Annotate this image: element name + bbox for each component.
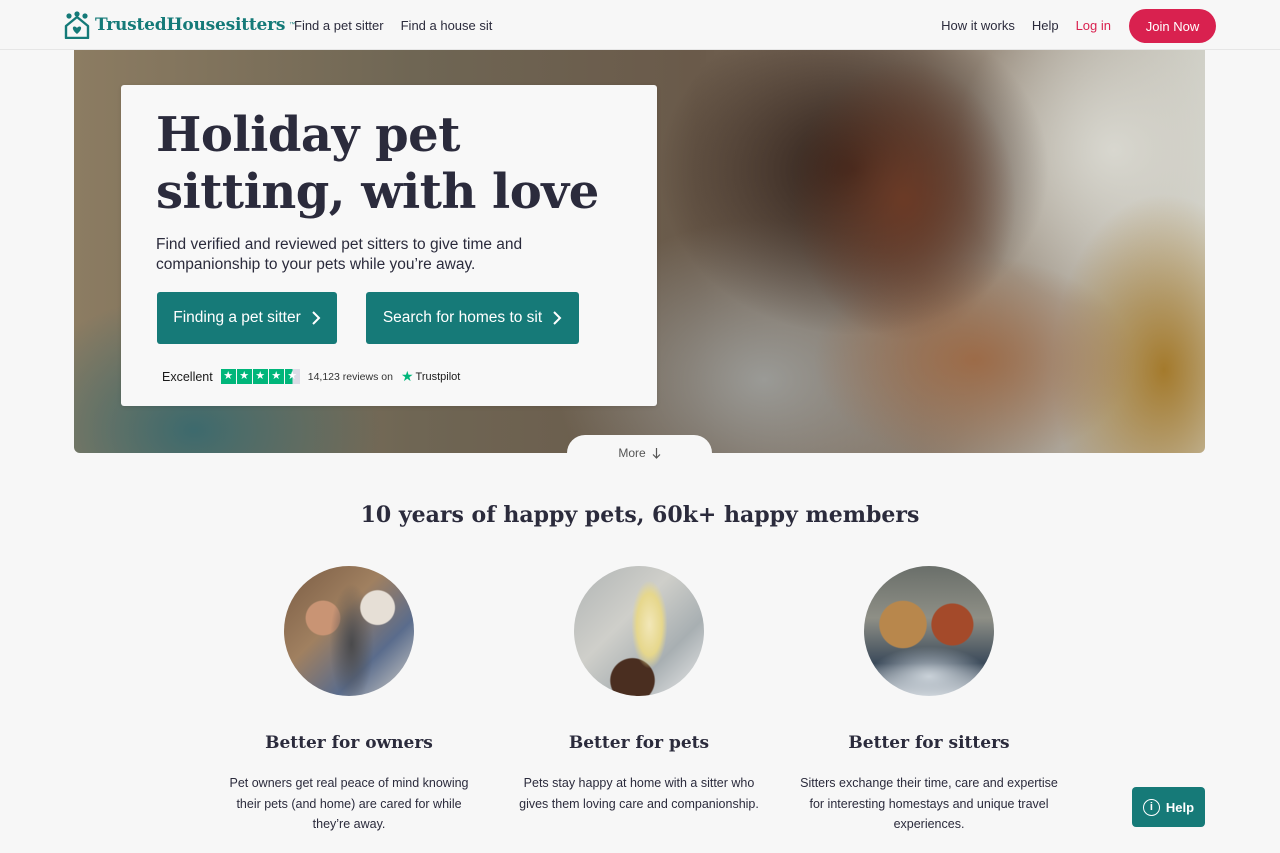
benefit-sitters: Better for sitters Sitters exchange thei…	[799, 566, 1059, 835]
search-homes-label: Search for homes to sit	[382, 309, 543, 326]
benefit-text: Pets stay happy at home with a sitter wh…	[519, 776, 759, 811]
site-logo[interactable]: TrustedHousesitters ™	[63, 11, 295, 39]
rating-label: Excellent	[162, 369, 213, 384]
benefit-text: Sitters exchange their time, care and ex…	[800, 776, 1058, 831]
search-homes-button[interactable]: Search for homes to sit	[366, 292, 579, 344]
logo-text: TrustedHousesitters	[95, 15, 286, 35]
nav-how-it-works[interactable]: How it works	[941, 18, 1015, 33]
review-count: 14,123 reviews on	[307, 370, 393, 383]
trustpilot-widget[interactable]: Excellent ★ ★ ★ ★ ★ 14,123 reviews on ★ …	[162, 368, 460, 385]
benefit-text: Pet owners get real peace of mind knowin…	[229, 776, 469, 831]
hero-title: Holiday pet sitting, with love	[156, 107, 599, 220]
help-button[interactable]: i Help	[1132, 787, 1205, 827]
benefit-title: Better for sitters	[848, 733, 1010, 753]
site-header: TrustedHousesitters ™ Find a pet sitter F…	[0, 0, 1280, 50]
pets-photo	[574, 566, 704, 696]
arrow-down-icon	[652, 447, 661, 459]
star-icon: ★	[220, 369, 236, 384]
login-link[interactable]: Log in	[1076, 18, 1111, 33]
join-now-button[interactable]: Join Now	[1129, 9, 1216, 43]
hero-card: Holiday pet sitting, with love Find veri…	[121, 85, 657, 406]
hero-subtitle: Find verified and reviewed pet sitters t…	[156, 236, 523, 273]
info-icon: i	[1142, 798, 1160, 816]
benefit-title: Better for pets	[568, 733, 710, 753]
chevron-right-icon	[553, 311, 562, 325]
trustpilot-brand: Trustpilot	[415, 370, 461, 383]
benefit-title: Better for owners	[265, 733, 433, 753]
trustpilot-star-icon: ★	[400, 368, 414, 384]
star-icon: ★	[236, 369, 252, 384]
trustpilot-logo: ★ Trustpilot	[401, 368, 460, 385]
chevron-right-icon	[312, 311, 321, 325]
star-rating: ★ ★ ★ ★ ★	[220, 369, 300, 384]
section-title: 10 years of happy pets, 60k+ happy membe…	[360, 502, 920, 528]
nav-find-house-sit[interactable]: Find a house sit	[401, 18, 493, 33]
nav-find-pet-sitter[interactable]: Find a pet sitter	[294, 18, 384, 33]
star-icon: ★	[252, 369, 268, 384]
owners-photo	[284, 566, 414, 696]
half-star-icon: ★	[284, 369, 300, 384]
star-icon: ★	[268, 369, 284, 384]
more-scroll-button[interactable]: More	[567, 435, 712, 471]
find-pet-sitter-button[interactable]: Finding a pet sitter	[157, 292, 337, 344]
benefit-pets: Better for pets Pets stay happy at home …	[509, 566, 769, 814]
more-label: More	[618, 446, 646, 460]
secondary-nav: How it works Help Log in	[941, 18, 1111, 33]
sitters-photo	[864, 566, 994, 696]
nav-help[interactable]: Help	[1032, 18, 1059, 33]
find-pet-sitter-label: Finding a pet sitter	[173, 309, 301, 326]
house-paw-icon	[64, 11, 90, 39]
benefit-owners: Better for owners Pet owners get real pe…	[219, 566, 479, 835]
primary-nav: Find a pet sitter Find a house sit	[294, 18, 492, 33]
help-label: Help	[1165, 799, 1195, 815]
